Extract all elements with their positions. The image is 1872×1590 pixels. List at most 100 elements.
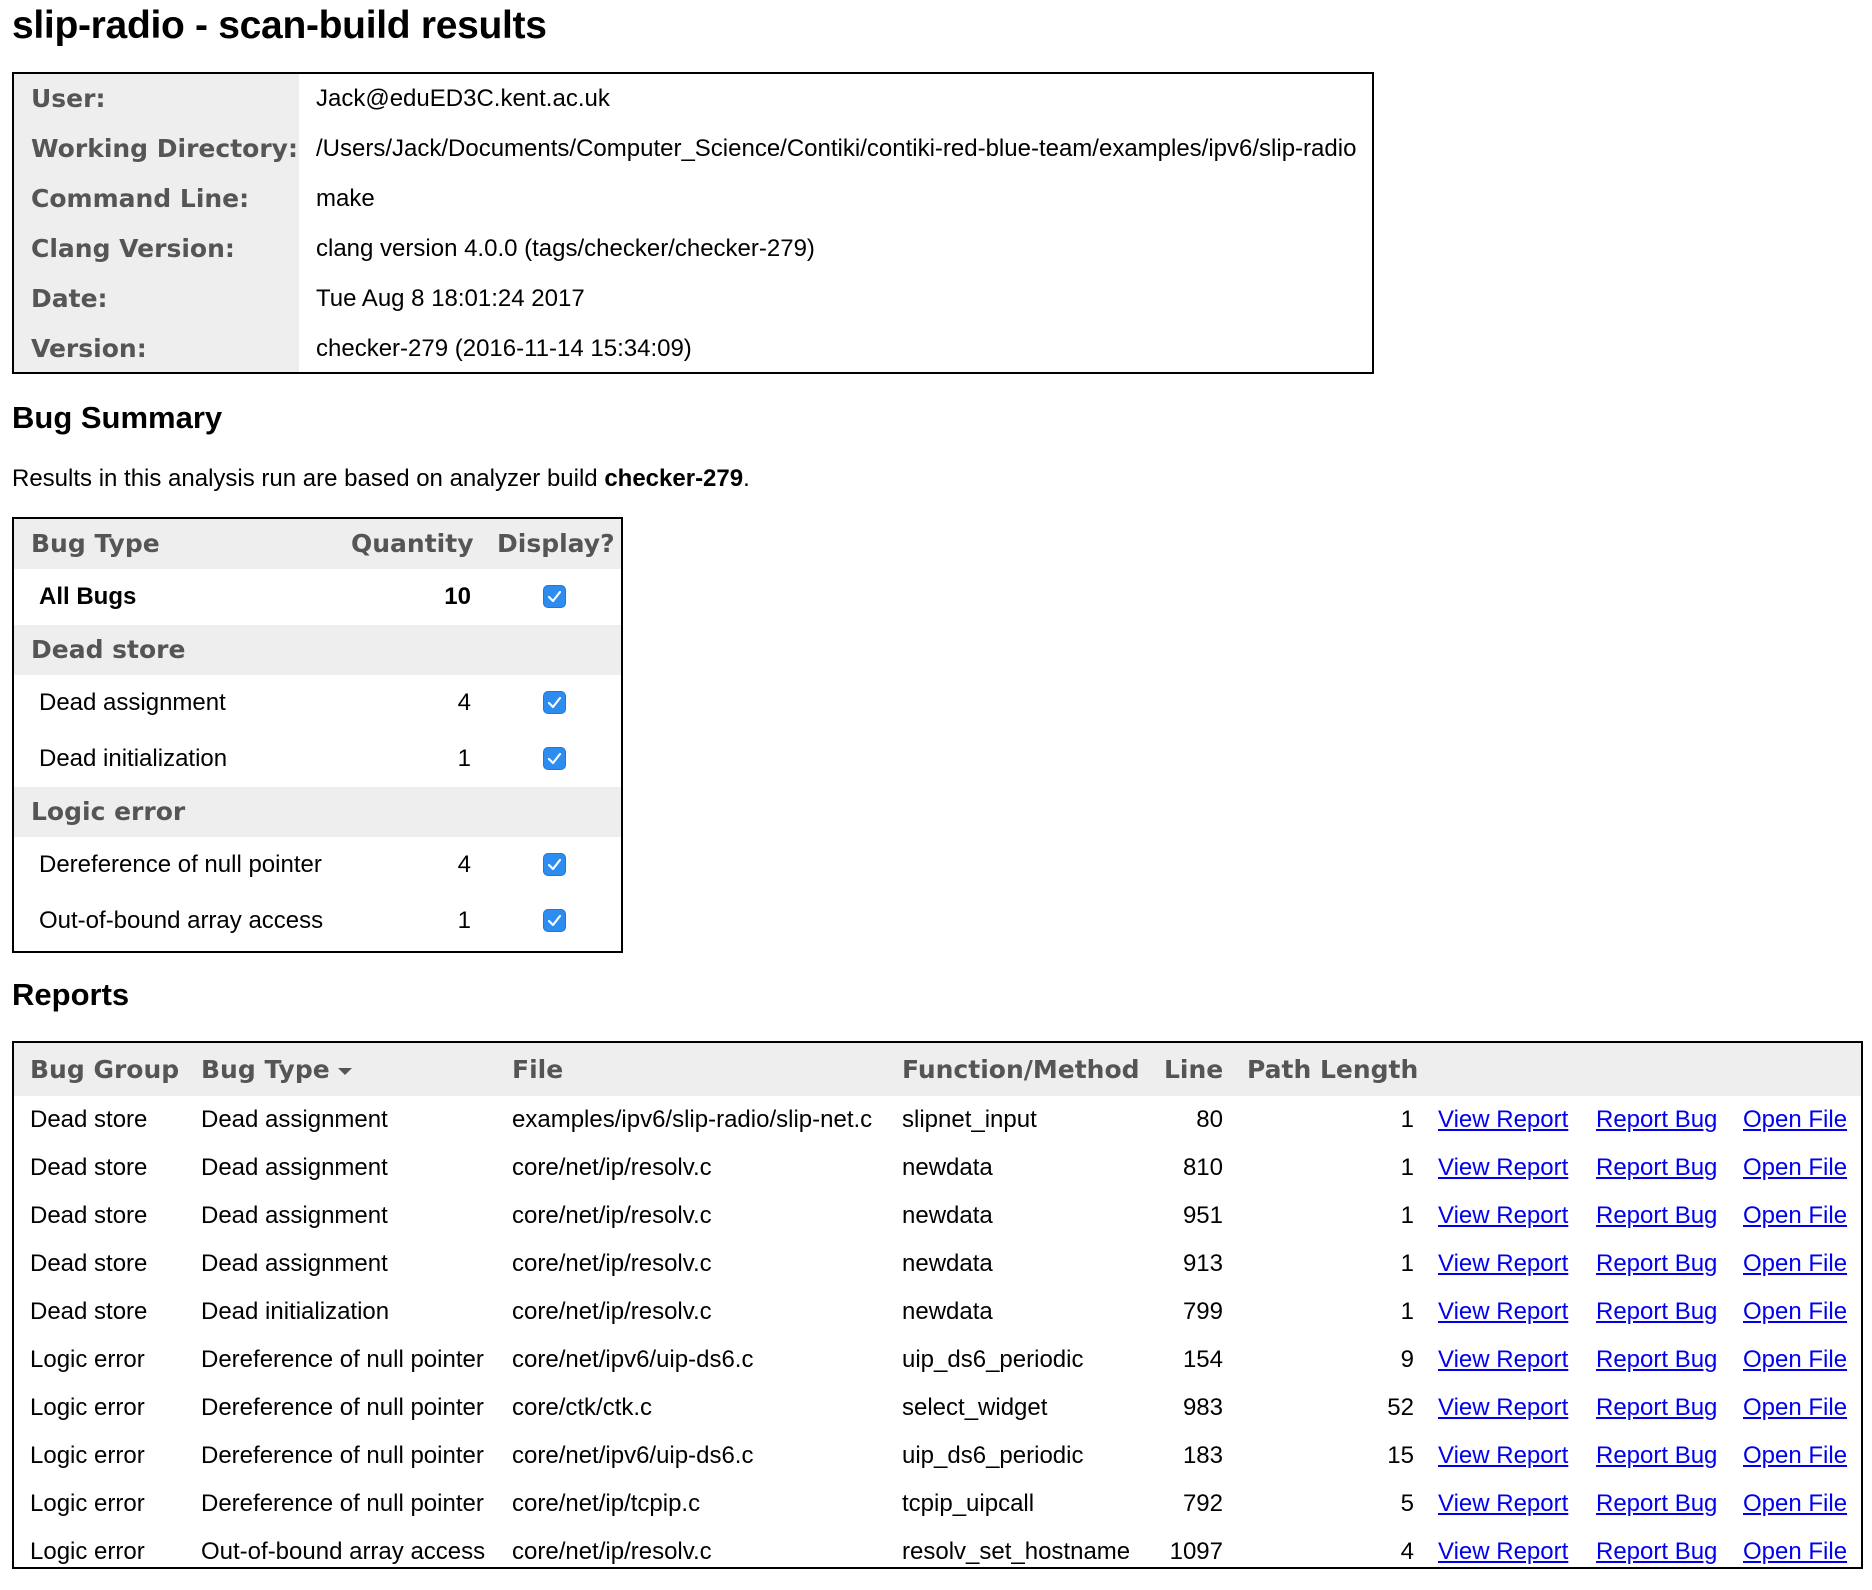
open-file-link[interactable]: Open File [1743, 1144, 1847, 1192]
function-cell: uip_ds6_periodic [902, 1442, 1084, 1469]
function-cell: select_widget [902, 1394, 1048, 1421]
column-header-file[interactable]: File [512, 1043, 563, 1096]
info-row-date: Date: Tue Aug 8 18:01:24 2017 [14, 274, 1372, 324]
report-bug-link[interactable]: Report Bug [1596, 1432, 1717, 1480]
table-row: Logic error Dereference of null pointer co… [14, 1480, 1861, 1528]
open-file-link[interactable]: Open File [1743, 1240, 1847, 1288]
report-bug-link[interactable]: Report Bug [1596, 1384, 1717, 1432]
info-value: Jack@eduED3C.kent.ac.uk [316, 85, 610, 112]
report-bug-link[interactable]: Report Bug [1596, 1096, 1717, 1144]
summary-text-prefix: Results in this analysis run are based o… [12, 465, 605, 492]
column-header-quantity: Quantity [351, 529, 474, 558]
report-bug-link[interactable]: Report Bug [1596, 1240, 1717, 1288]
info-label: Version: [31, 334, 147, 363]
display-checkbox[interactable] [543, 747, 566, 770]
bug-summary-heading: Bug Summary [12, 400, 223, 435]
report-bug-link[interactable]: Report Bug [1596, 1192, 1717, 1240]
bug-group-cell: Dead store [30, 1106, 148, 1133]
view-report-link[interactable]: View Report [1438, 1384, 1568, 1432]
path-length-cell: 9 [1400, 1346, 1414, 1373]
column-header-bug-type[interactable]: Bug Type [201, 1043, 352, 1096]
view-report-link[interactable]: View Report [1438, 1336, 1568, 1384]
report-bug-link[interactable]: Report Bug [1596, 1288, 1717, 1336]
path-length-cell: 4 [1400, 1538, 1414, 1565]
report-bug-link[interactable]: Report Bug [1596, 1480, 1717, 1528]
column-header-bug-group[interactable]: Bug Group [30, 1043, 179, 1096]
checkmark-icon [547, 696, 562, 709]
view-report-link[interactable]: View Report [1438, 1240, 1568, 1288]
checkmark-icon [547, 752, 562, 765]
line-cell: 183 [1182, 1442, 1223, 1469]
info-row-command-line: Command Line: make [14, 174, 1372, 224]
line-cell: 810 [1182, 1154, 1223, 1181]
display-checkbox[interactable] [543, 853, 566, 876]
path-length-cell: 52 [1387, 1394, 1414, 1421]
view-report-link[interactable]: View Report [1438, 1432, 1568, 1480]
info-row-working-directory: Working Directory: /Users/Jack/Documents… [14, 124, 1372, 174]
info-value: checker-279 (2016-11-14 15:34:09) [316, 335, 692, 362]
column-header-line[interactable]: Line [1164, 1043, 1223, 1096]
info-value: /Users/Jack/Documents/Computer_Science/C… [316, 135, 1357, 162]
all-bugs-quantity: 10 [444, 583, 471, 610]
view-report-link[interactable]: View Report [1438, 1096, 1568, 1144]
path-length-cell: 1 [1400, 1202, 1414, 1229]
open-file-link[interactable]: Open File [1743, 1528, 1847, 1576]
view-report-link[interactable]: View Report [1438, 1528, 1568, 1576]
path-length-cell: 15 [1387, 1442, 1414, 1469]
build-info-table: User: Jack@eduED3C.kent.ac.uk Working Di… [12, 72, 1374, 374]
report-bug-link[interactable]: Report Bug [1596, 1528, 1717, 1576]
view-report-link[interactable]: View Report [1438, 1480, 1568, 1528]
view-report-link[interactable]: View Report [1438, 1144, 1568, 1192]
table-row: Dead store Dead assignment core/net/ip/res… [14, 1192, 1861, 1240]
open-file-link[interactable]: Open File [1743, 1336, 1847, 1384]
column-header-function[interactable]: Function/Method [902, 1043, 1140, 1096]
info-value: clang version 4.0.0 (tags/checker/checke… [316, 235, 815, 262]
sort-descending-icon [337, 1067, 352, 1075]
column-header-path-length[interactable]: Path Length [1247, 1043, 1418, 1096]
view-report-link[interactable]: View Report [1438, 1192, 1568, 1240]
bug-group-cell: Dead store [30, 1250, 148, 1277]
info-value: Tue Aug 8 18:01:24 2017 [316, 285, 585, 312]
reports-heading: Reports [12, 977, 130, 1012]
info-value: make [316, 185, 375, 212]
table-row: Logic error Dereference of null pointer co… [14, 1432, 1861, 1480]
bug-type-cell: Dereference of null pointer [201, 1394, 484, 1421]
info-label: Working Directory: [31, 134, 298, 163]
line-cell: 799 [1182, 1298, 1223, 1325]
bug-group-cell: Dead store [30, 1154, 148, 1181]
open-file-link[interactable]: Open File [1743, 1480, 1847, 1528]
bug-type-label: Dead assignment [39, 689, 226, 716]
info-label: User: [31, 84, 106, 113]
display-checkbox[interactable] [543, 909, 566, 932]
bug-type-quantity: 4 [457, 851, 471, 878]
function-cell: slipnet_input [902, 1106, 1037, 1133]
line-cell: 913 [1182, 1250, 1223, 1277]
table-row: Logic error Out-of-bound array access core… [14, 1528, 1861, 1576]
open-file-link[interactable]: Open File [1743, 1384, 1847, 1432]
function-cell: newdata [902, 1250, 993, 1277]
bug-type-cell: Dereference of null pointer [201, 1346, 484, 1373]
bug-type-label: Dead initialization [39, 745, 228, 772]
open-file-link[interactable]: Open File [1743, 1192, 1847, 1240]
category-label: Dead store [31, 635, 186, 664]
reports-table: Bug Group Bug Type File Function/Method … [12, 1041, 1863, 1569]
column-header-bug-type: Bug Type [31, 529, 160, 558]
path-length-cell: 5 [1400, 1490, 1414, 1517]
bug-type-row-out-of-bound: Out-of-bound array access 1 [14, 893, 621, 949]
all-bugs-checkbox[interactable] [543, 585, 566, 608]
info-row-clang-version: Clang Version: clang version 4.0.0 (tags… [14, 224, 1372, 274]
bug-type-label: Out-of-bound array access [39, 907, 324, 934]
open-file-link[interactable]: Open File [1743, 1432, 1847, 1480]
report-bug-link[interactable]: Report Bug [1596, 1144, 1717, 1192]
open-file-link[interactable]: Open File [1743, 1288, 1847, 1336]
view-report-link[interactable]: View Report [1438, 1288, 1568, 1336]
table-row: Dead store Dead initialization core/net/ip… [14, 1288, 1861, 1336]
bug-group-cell: Dead store [30, 1298, 148, 1325]
report-bug-link[interactable]: Report Bug [1596, 1336, 1717, 1384]
open-file-link[interactable]: Open File [1743, 1096, 1847, 1144]
display-checkbox[interactable] [543, 691, 566, 714]
summary-text-suffix: . [743, 465, 750, 492]
category-label: Logic error [31, 797, 186, 826]
bug-group-cell: Logic error [30, 1346, 145, 1373]
table-row: Dead store Dead assignment core/net/ip/res… [14, 1240, 1861, 1288]
